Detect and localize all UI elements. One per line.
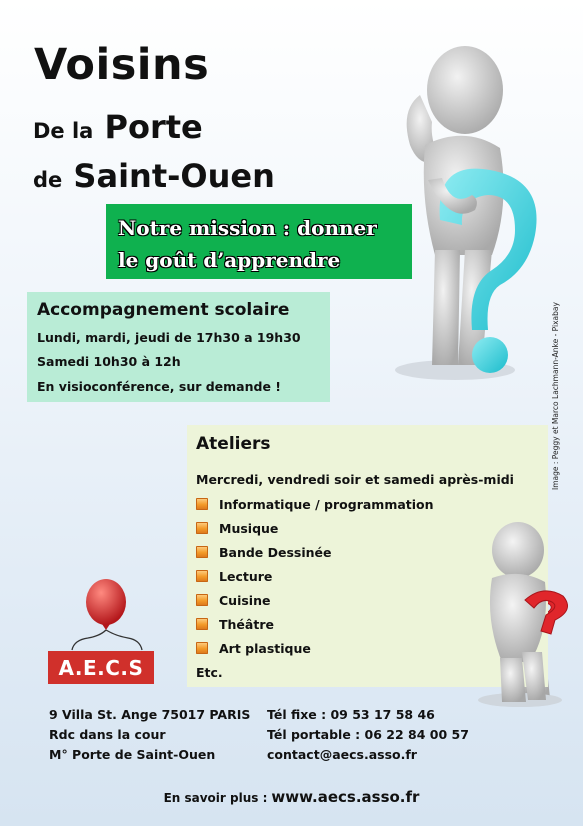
list-item-label: Musique	[219, 520, 279, 536]
list-item: Théâtre	[196, 615, 274, 633]
phone-fixed: Tél fixe : 09 53 17 58 46	[267, 707, 435, 722]
ateliers-etc: Etc.	[196, 663, 223, 681]
address-line: M° Porte de Saint-Ouen	[49, 747, 216, 762]
title-line-2: De la Porte	[33, 108, 203, 146]
list-item-label: Art plastique	[219, 640, 311, 656]
list-item: Art plastique	[196, 639, 311, 657]
mission-line-1: Notre mission : donner	[118, 216, 377, 240]
list-item: Lecture	[196, 567, 272, 585]
address-line: Rdc dans la cour	[49, 727, 166, 742]
list-item: Musique	[196, 519, 278, 537]
bullet-square-icon	[196, 522, 208, 534]
contact-email-link[interactable]: contact@aecs.asso.fr	[267, 747, 417, 762]
more-info: En savoir plus : www.aecs.asso.fr	[0, 788, 583, 806]
list-item-label: Cuisine	[219, 592, 271, 608]
ateliers-etc-label: Etc.	[196, 664, 223, 680]
accompagnement-line: En visioconférence, sur demande !	[37, 379, 281, 394]
logo: A.E.C.S	[48, 651, 154, 684]
image-credit: Image : Peggy et Marco Lachmann-Anke - P…	[551, 302, 560, 490]
accompagnement-box: Accompagnement scolaire Lundi, mardi, je…	[27, 292, 330, 402]
bullet-square-icon	[196, 498, 208, 510]
ateliers-schedule: Mercredi, vendredi soir et samedi après-…	[196, 472, 514, 487]
title-line-3-small: de	[33, 168, 63, 192]
title-line-3: de Saint-Ouen	[33, 157, 275, 195]
phone-mobile: Tél portable : 06 22 84 00 57	[267, 727, 469, 742]
mission-line-2: le goût d’apprendre	[118, 248, 341, 272]
accompagnement-line: Lundi, mardi, jeudi de 17h30 a 19h30	[37, 330, 301, 345]
logo-text: A.E.C.S	[58, 656, 144, 680]
bullet-square-icon	[196, 546, 208, 558]
page-title: Voisins	[34, 40, 210, 90]
list-item-label: Théâtre	[219, 616, 274, 632]
list-item: Bande Dessinée	[196, 543, 332, 561]
mission-box: Notre mission : donner le goût d’apprend…	[106, 204, 412, 279]
reading-figure-foreground	[480, 522, 568, 707]
title-line-3-big: Saint-Ouen	[73, 157, 275, 195]
bullet-square-icon	[196, 618, 208, 630]
accompagnement-title: Accompagnement scolaire	[37, 300, 290, 320]
accompagnement-line: Samedi 10h30 à 12h	[37, 354, 181, 369]
red-balloon-icon	[71, 579, 143, 651]
website-link[interactable]: www.aecs.asso.fr	[271, 788, 419, 806]
list-item: Informatique / programmation	[196, 495, 434, 513]
bullet-square-icon	[196, 594, 208, 606]
list-item: Cuisine	[196, 591, 270, 609]
more-info-label: En savoir plus :	[163, 791, 268, 805]
title-line-2-big: Porte	[104, 108, 203, 146]
bullet-square-icon	[196, 570, 208, 582]
list-item-label: Bande Dessinée	[219, 544, 332, 560]
title-line-2-small: De la	[33, 119, 94, 143]
bullet-square-icon	[196, 642, 208, 654]
ateliers-title: Ateliers	[196, 434, 271, 454]
list-item-label: Informatique / programmation	[219, 496, 434, 512]
address-line: 9 Villa St. Ange 75017 PARIS	[49, 707, 251, 722]
list-item-label: Lecture	[219, 568, 273, 584]
